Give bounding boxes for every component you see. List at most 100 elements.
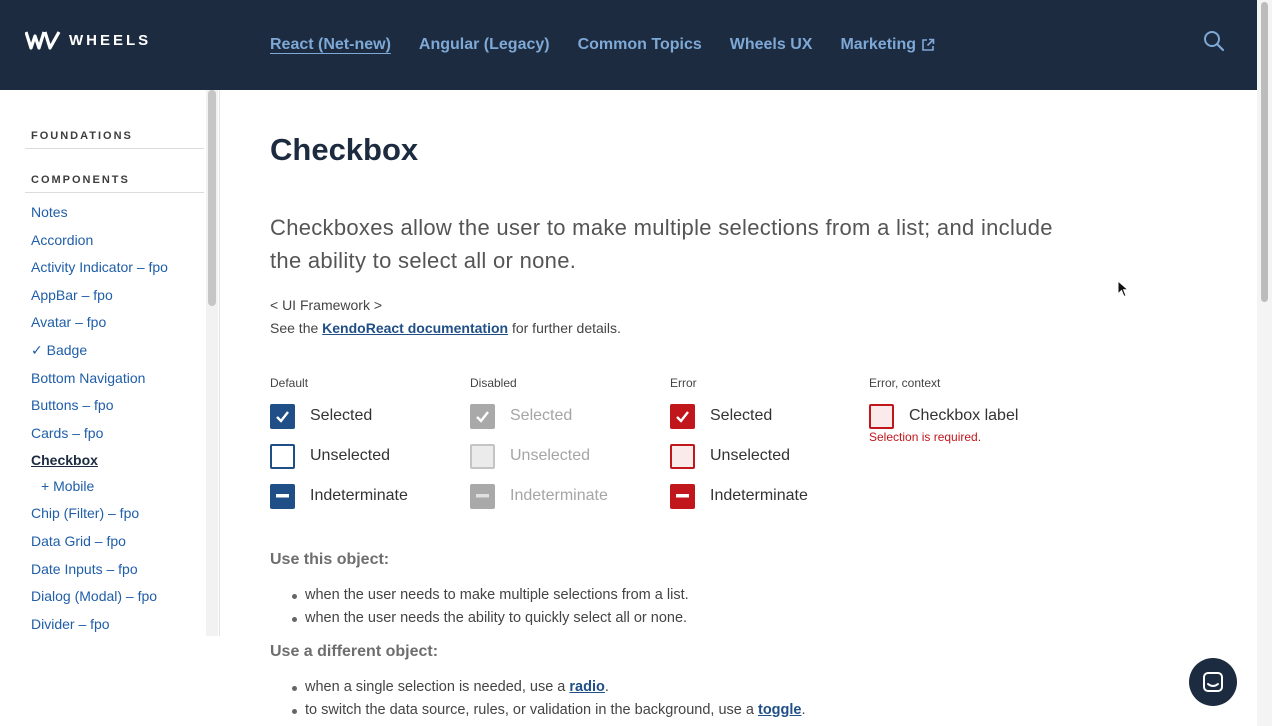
nav-marketing[interactable]: Marketing bbox=[840, 36, 935, 54]
checkbox-group-error-context: Error, context Checkbox label Selection … bbox=[869, 376, 1069, 444]
sidebar-item-data-grid[interactable]: Data Grid – fpo bbox=[31, 533, 168, 561]
framework-label: < UI Framework > bbox=[270, 297, 383, 313]
sidebar-item-avatar[interactable]: Avatar – fpo bbox=[31, 314, 168, 342]
group-heading-error: Error bbox=[670, 376, 697, 390]
sidebar-nav-list: Notes Accordion Activity Indicator – fpo… bbox=[31, 204, 168, 636]
checkbox-unchecked-icon[interactable] bbox=[869, 403, 894, 429]
top-app-bar: WHEELS React (Net-new) Angular (Legacy) … bbox=[0, 0, 1257, 90]
page-title: Checkbox bbox=[270, 132, 419, 167]
sidebar: FOUNDATIONS COMPONENTS Notes Accordion A… bbox=[0, 90, 220, 636]
checkbox-default-unselected[interactable]: Unselected bbox=[270, 436, 470, 476]
checkbox-unchecked-icon[interactable] bbox=[270, 443, 295, 469]
nav-common-topics[interactable]: Common Topics bbox=[578, 36, 702, 54]
top-nav: React (Net-new) Angular (Legacy) Common … bbox=[270, 36, 935, 54]
checkbox-label: Selected bbox=[310, 407, 373, 424]
lead-paragraph: Checkboxes allow the user to make multip… bbox=[270, 215, 1053, 273]
wheels-logo[interactable]: WHEELS bbox=[25, 30, 151, 50]
checkbox-label: Selected bbox=[710, 407, 773, 424]
use-different-object-heading: Use a different object: bbox=[270, 643, 439, 660]
checkbox-label: Unselected bbox=[710, 447, 791, 464]
sidebar-item-badge[interactable]: ✓ Badge bbox=[31, 342, 168, 370]
checkbox-checked-icon bbox=[470, 403, 495, 429]
sidebar-scrollbar[interactable] bbox=[206, 90, 218, 636]
external-link-icon bbox=[922, 38, 935, 51]
checkbox-indeterminate-icon bbox=[470, 483, 495, 509]
sidebar-scrollbar-thumb[interactable] bbox=[208, 90, 216, 306]
toggle-link[interactable]: toggle bbox=[758, 702, 802, 718]
checkbox-disabled-selected: Selected bbox=[470, 396, 670, 436]
use-different-object-list: when a single selection is needed, use a… bbox=[292, 679, 806, 725]
sidebar-section-foundations[interactable]: FOUNDATIONS bbox=[25, 130, 204, 149]
logo-text: WHEELS bbox=[69, 31, 152, 49]
sidebar-item-notes[interactable]: Notes bbox=[31, 204, 168, 232]
nav-wheels-ux[interactable]: Wheels UX bbox=[730, 36, 813, 54]
group-heading-error-context: Error, context bbox=[869, 376, 941, 390]
chat-launcher-button[interactable] bbox=[1189, 658, 1237, 706]
see-suffix: for further details. bbox=[508, 320, 621, 336]
nav-react[interactable]: React (Net-new) bbox=[270, 36, 391, 54]
mouse-cursor-icon bbox=[1117, 280, 1129, 298]
wheels-logo-icon bbox=[25, 31, 61, 50]
sidebar-item-bottom-navigation[interactable]: Bottom Navigation bbox=[31, 370, 168, 398]
checkbox-label: Selected bbox=[510, 407, 573, 424]
checkbox-label: Indeterminate bbox=[310, 487, 408, 504]
framework-note: < UI Framework > See the KendoReact docu… bbox=[270, 294, 621, 340]
checkbox-label: Unselected bbox=[510, 447, 591, 464]
use-this-object-heading: Use this object: bbox=[270, 551, 390, 568]
chat-icon bbox=[1203, 672, 1223, 692]
list-item: when the user needs the ability to quick… bbox=[292, 610, 689, 633]
checkbox-group-disabled: Disabled Selected Unselected Indetermina… bbox=[470, 376, 670, 516]
radio-link[interactable]: radio bbox=[569, 679, 604, 695]
checkbox-default-indeterminate[interactable]: Indeterminate bbox=[270, 476, 470, 516]
checkbox-group-error: Error Selected Unselected Indeterminate bbox=[670, 376, 870, 516]
list-item: when a single selection is needed, use a… bbox=[292, 679, 806, 702]
list-text: when a single selection is needed, use a bbox=[305, 679, 570, 695]
list-text: to switch the data source, rules, or val… bbox=[305, 702, 758, 718]
list-item: when the user needs to make multiple sel… bbox=[292, 587, 689, 610]
checkbox-indeterminate-icon[interactable] bbox=[670, 483, 695, 509]
sidebar-section-components[interactable]: COMPONENTS bbox=[25, 174, 204, 193]
sidebar-item-date-inputs[interactable]: Date Inputs – fpo bbox=[31, 561, 168, 589]
checkbox-default-selected[interactable]: Selected bbox=[270, 396, 470, 436]
sidebar-item-cards[interactable]: Cards – fpo bbox=[31, 425, 168, 453]
checkbox-label: Indeterminate bbox=[510, 487, 608, 504]
checkbox-label: Checkbox label bbox=[909, 407, 1019, 424]
group-heading-default: Default bbox=[270, 376, 309, 390]
list-text: . bbox=[604, 679, 609, 695]
documentation-line: See the KendoReact documentation for fur… bbox=[270, 317, 621, 340]
checkbox-label: Indeterminate bbox=[710, 487, 808, 504]
page-scrollbar-thumb[interactable] bbox=[1261, 2, 1268, 302]
sidebar-item-accordion[interactable]: Accordion bbox=[31, 232, 168, 260]
page-scrollbar[interactable] bbox=[1257, 0, 1272, 726]
sidebar-item-appbar[interactable]: AppBar – fpo bbox=[31, 287, 168, 315]
sidebar-item-activity-indicator[interactable]: Activity Indicator – fpo bbox=[31, 259, 168, 287]
group-heading-disabled: Disabled bbox=[470, 376, 517, 390]
checkbox-unchecked-icon bbox=[470, 443, 495, 469]
error-message: Selection is required. bbox=[869, 430, 982, 444]
kendoreact-docs-link[interactable]: KendoReact documentation bbox=[322, 320, 508, 336]
nav-marketing-label: Marketing bbox=[840, 36, 917, 53]
sidebar-item-divider[interactable]: Divider – fpo bbox=[31, 616, 168, 636]
sidebar-item-dialog[interactable]: Dialog (Modal) – fpo bbox=[31, 588, 168, 616]
checkbox-unchecked-icon[interactable] bbox=[670, 443, 695, 469]
sidebar-item-chip-filter[interactable]: Chip (Filter) – fpo bbox=[31, 505, 168, 533]
nav-angular[interactable]: Angular (Legacy) bbox=[419, 36, 550, 54]
checkbox-error-unselected[interactable]: Unselected bbox=[670, 436, 870, 476]
search-button[interactable] bbox=[1203, 30, 1225, 52]
list-text: . bbox=[801, 702, 806, 718]
sidebar-item-buttons[interactable]: Buttons – fpo bbox=[31, 397, 168, 425]
sidebar-item-checkbox[interactable]: Checkbox bbox=[31, 452, 168, 478]
checkbox-checked-icon[interactable] bbox=[670, 403, 695, 429]
checkbox-label: Unselected bbox=[310, 447, 391, 464]
search-icon bbox=[1204, 31, 1225, 52]
checkbox-error-indeterminate[interactable]: Indeterminate bbox=[670, 476, 870, 516]
checkbox-disabled-indeterminate: Indeterminate bbox=[470, 476, 670, 516]
checkbox-indeterminate-icon[interactable] bbox=[270, 483, 295, 509]
checkbox-checked-icon[interactable] bbox=[270, 403, 295, 429]
checkbox-group-default: Default Selected Unselected Indeterminat… bbox=[270, 376, 470, 516]
use-this-object-list: when the user needs to make multiple sel… bbox=[292, 587, 689, 633]
sidebar-item-mobile[interactable]: + Mobile bbox=[31, 478, 168, 505]
checkbox-disabled-unselected: Unselected bbox=[470, 436, 670, 476]
see-prefix: See the bbox=[270, 320, 323, 336]
checkbox-error-selected[interactable]: Selected bbox=[670, 396, 870, 436]
